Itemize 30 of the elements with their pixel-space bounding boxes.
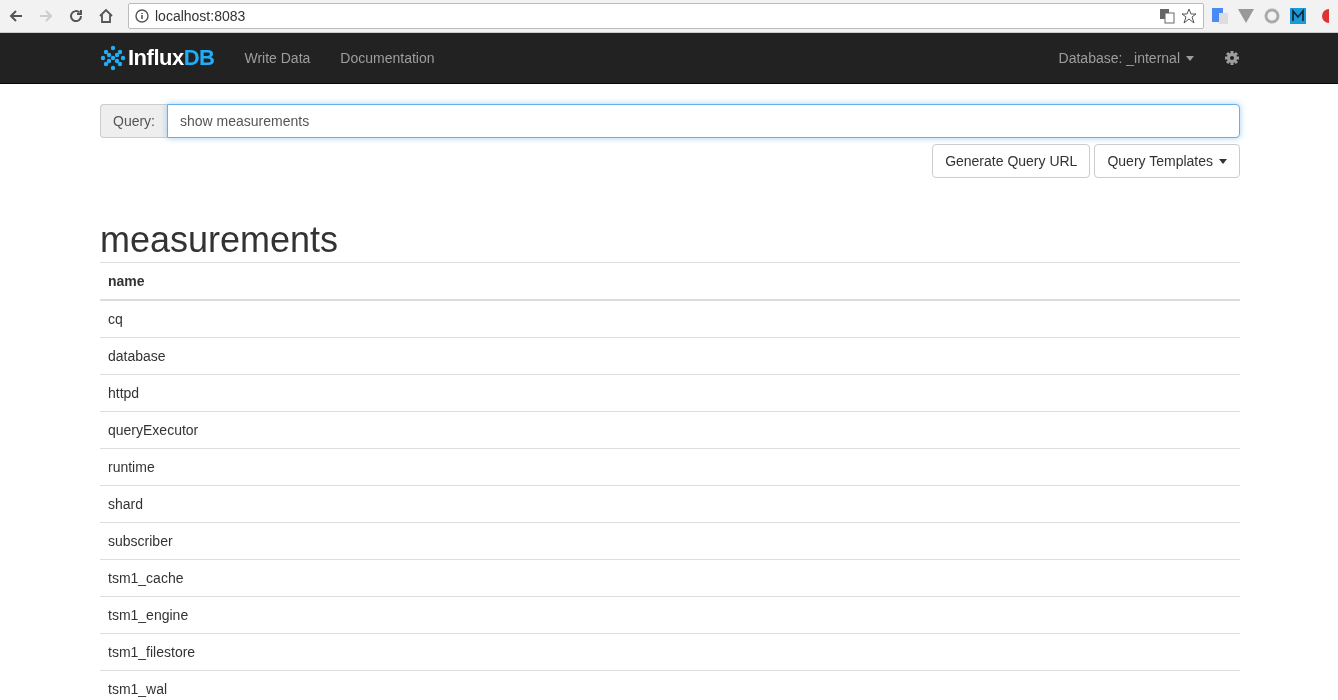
address-bar[interactable]: localhost:8083 [128, 3, 1204, 29]
query-input[interactable]: show measurements [167, 104, 1240, 138]
caret-icon [1219, 158, 1227, 164]
settings-icon[interactable] [1224, 50, 1240, 66]
table-cell: queryExecutor [100, 411, 1240, 449]
generate-url-button[interactable]: Generate Query URL [932, 144, 1091, 178]
logo-icon [100, 45, 126, 71]
table-cell: subscriber [100, 522, 1240, 560]
database-dropdown[interactable]: Database: _internal [1058, 50, 1194, 66]
table-cell: tsm1_filestore [100, 633, 1240, 671]
table-cell: cq [100, 300, 1240, 338]
nav-link[interactable]: Documentation [340, 50, 435, 66]
column-header: name [100, 262, 1240, 300]
info-icon [135, 9, 149, 23]
query-label: Query: [100, 104, 167, 138]
star-icon[interactable] [1181, 8, 1197, 24]
table-cell: tsm1_engine [100, 596, 1240, 634]
table-cell: tsm1_cache [100, 559, 1240, 597]
m-extension-icon[interactable] [1288, 6, 1308, 26]
table-cell: tsm1_wal [100, 670, 1240, 700]
table-cell: runtime [100, 448, 1240, 486]
table-cell: shard [100, 485, 1240, 523]
url-text: localhost:8083 [155, 8, 247, 24]
logo-text: InfluxDB [128, 45, 215, 71]
caret-icon [1186, 55, 1194, 61]
nav-link[interactable]: Write Data [244, 50, 311, 66]
table-cell: database [100, 337, 1240, 375]
result-title: measurements [100, 220, 340, 260]
table-cell: httpd [100, 374, 1240, 412]
templates-dropdown-button[interactable]: Query Templates [1094, 144, 1240, 178]
